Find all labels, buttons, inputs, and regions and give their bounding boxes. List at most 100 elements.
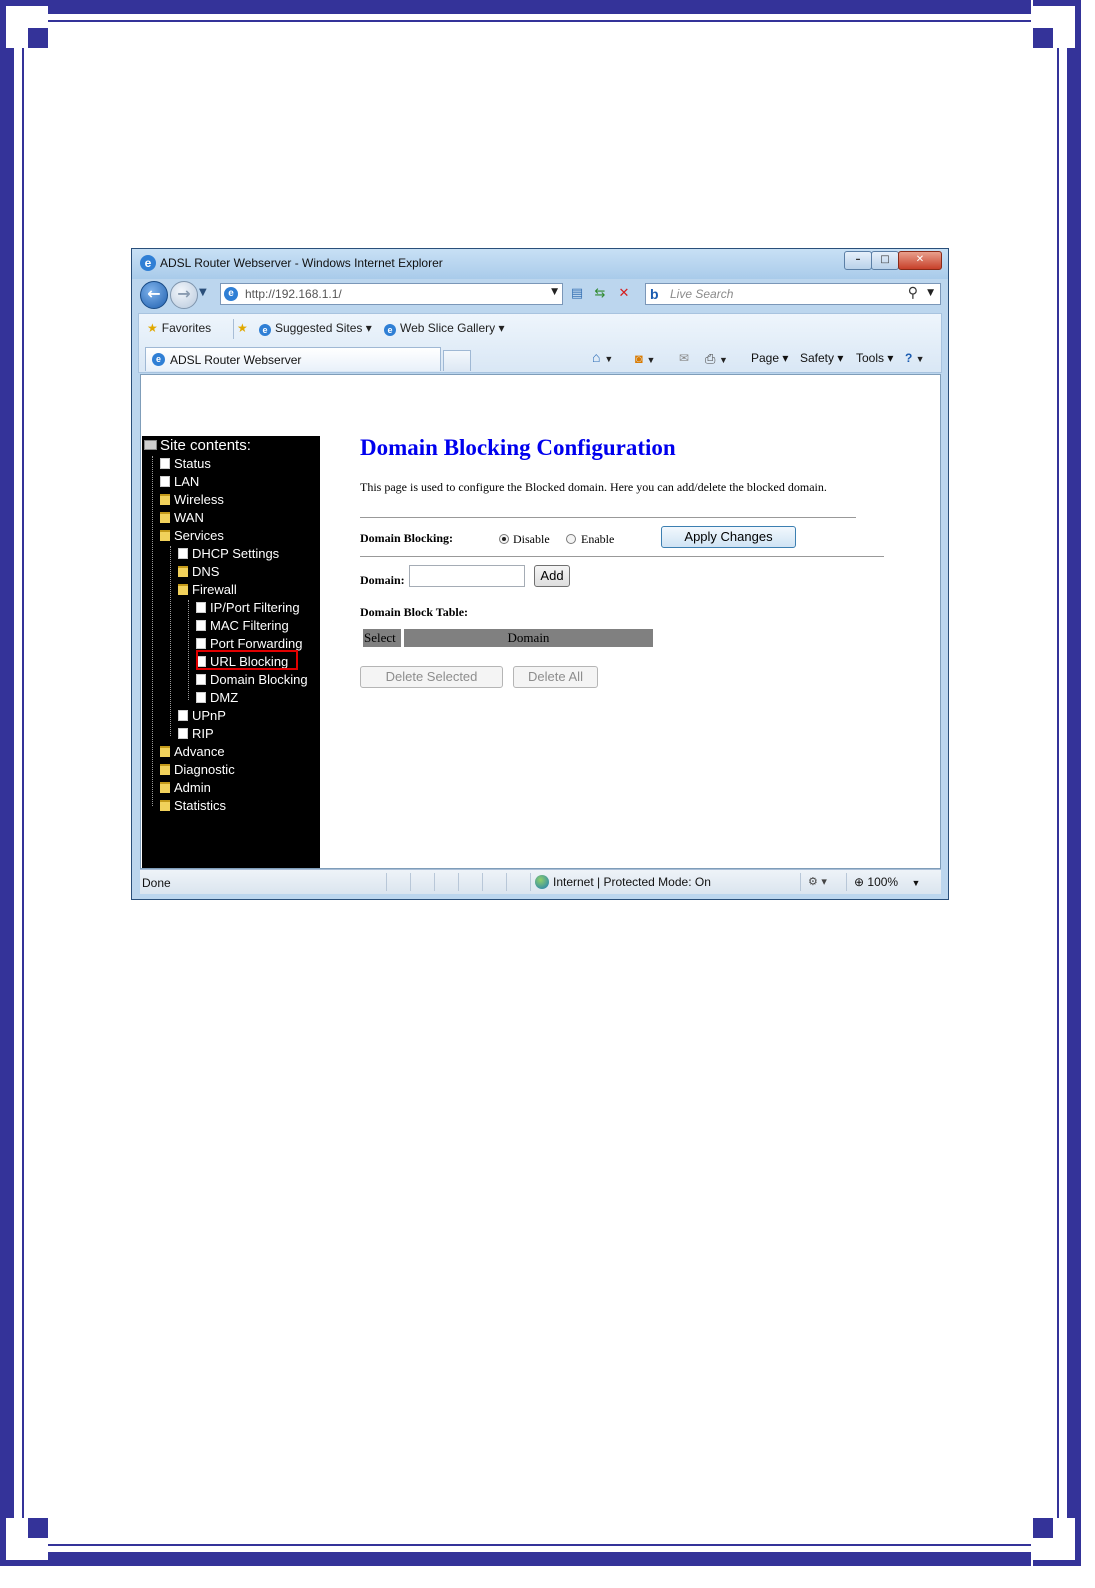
sidebar-item-dns[interactable]: DNS bbox=[178, 564, 219, 579]
help-icon[interactable]: ? ▼ bbox=[905, 351, 925, 365]
safety-menu[interactable]: Safety ▾ bbox=[800, 351, 843, 365]
sidebar-item-ip-port-filtering[interactable]: IP/Port Filtering bbox=[196, 600, 300, 615]
page-menu[interactable]: Page ▾ bbox=[751, 351, 788, 365]
favorites-button[interactable]: ★ Favorites bbox=[147, 321, 211, 335]
sidebar-item-advance[interactable]: Advance bbox=[160, 744, 225, 759]
sidebar-item-dmz[interactable]: DMZ bbox=[196, 690, 238, 705]
document-icon bbox=[160, 476, 170, 487]
live-search-logo-icon: b bbox=[650, 286, 659, 302]
protected-mode-icon[interactable]: ⚙ ▾ bbox=[808, 875, 827, 888]
apply-changes-button[interactable]: Apply Changes bbox=[661, 526, 796, 548]
minimize-button[interactable]: – bbox=[844, 251, 872, 270]
sidebar-item-status[interactable]: Status bbox=[160, 456, 211, 471]
document-icon bbox=[178, 548, 188, 559]
folder-icon bbox=[178, 566, 188, 577]
address-dropdown-icon[interactable]: ▼ bbox=[551, 287, 558, 297]
window-titlebar[interactable]: e ADSL Router Webserver - Windows Intern… bbox=[132, 249, 948, 279]
new-tab-button[interactable] bbox=[443, 350, 471, 371]
ie-page-icon: e bbox=[384, 324, 396, 336]
feeds-icon[interactable]: ◙ ▼ bbox=[635, 351, 655, 366]
search-box[interactable]: b Live Search ⚲ ▼ bbox=[645, 283, 941, 305]
folder-open-icon bbox=[160, 530, 170, 541]
divider bbox=[360, 556, 884, 557]
sidebar-item-upnp[interactable]: UPnP bbox=[178, 708, 226, 723]
zoom-icon: ⊕ bbox=[854, 875, 865, 889]
refresh-icon[interactable]: ⇆ bbox=[590, 285, 610, 303]
delete-all-button[interactable]: Delete All bbox=[513, 666, 598, 688]
sidebar-item-wan[interactable]: WAN bbox=[160, 510, 204, 525]
computer-icon bbox=[144, 440, 157, 450]
search-options-icon[interactable]: ▼ bbox=[927, 288, 934, 298]
zoom-level[interactable]: ⊕ 100% ▼ bbox=[854, 875, 920, 889]
mail-icon[interactable]: ✉ bbox=[679, 351, 689, 365]
add-favorites-icon[interactable]: ★ bbox=[237, 321, 252, 335]
main-content: Domain Blocking Configuration This page … bbox=[360, 435, 920, 865]
tools-menu[interactable]: Tools ▾ bbox=[856, 351, 893, 365]
forward-button[interactable]: → bbox=[170, 281, 198, 309]
add-button[interactable]: Add bbox=[534, 565, 570, 587]
address-url[interactable]: http://192.168.1.1/ bbox=[245, 287, 342, 301]
radio-enable-label[interactable]: Enable bbox=[581, 532, 614, 547]
domain-label: Domain: bbox=[360, 573, 405, 587]
search-placeholder[interactable]: Live Search bbox=[670, 287, 733, 301]
back-button[interactable]: ← bbox=[140, 281, 168, 309]
sidebar-item-domain-blocking[interactable]: Domain Blocking bbox=[196, 672, 308, 687]
radio-disable[interactable] bbox=[499, 534, 509, 544]
tree-root: Site contents: bbox=[144, 437, 251, 454]
compatibility-view-icon[interactable]: ▤ bbox=[567, 285, 587, 303]
search-icon[interactable]: ⚲ bbox=[908, 285, 918, 301]
sidebar-item-firewall[interactable]: Firewall bbox=[178, 582, 237, 597]
folder-open-icon bbox=[178, 584, 188, 595]
folder-icon bbox=[160, 764, 170, 775]
ie-logo-icon: e bbox=[140, 255, 156, 271]
sidebar-item-port-forwarding[interactable]: Port Forwarding bbox=[196, 636, 302, 651]
navigation-bar: ← → ▼ e http://192.168.1.1/ ▼ ▤ ⇆ ✕ b Li… bbox=[132, 279, 948, 311]
delete-selected-button[interactable]: Delete Selected bbox=[360, 666, 503, 688]
page-title: Domain Blocking Configuration bbox=[360, 435, 676, 460]
address-bar[interactable]: e http://192.168.1.1/ ▼ bbox=[220, 283, 563, 305]
domain-blocking-label: Domain Blocking: bbox=[360, 531, 454, 545]
radio-enable[interactable] bbox=[566, 534, 576, 544]
print-icon[interactable]: ⎙ ▼ bbox=[705, 351, 728, 367]
domain-block-table-title: Domain Block Table: bbox=[360, 605, 469, 619]
maximize-button[interactable]: □ bbox=[871, 251, 899, 270]
page-viewport: Site contents: Status LAN Wireless WAN S… bbox=[140, 374, 941, 869]
sidebar-item-lan[interactable]: LAN bbox=[160, 474, 199, 489]
star-icon: ★ bbox=[147, 321, 158, 335]
divider bbox=[360, 517, 856, 518]
sidebar-item-services[interactable]: Services bbox=[160, 528, 224, 543]
close-window-button[interactable]: ✕ bbox=[898, 251, 942, 270]
sidebar-item-admin[interactable]: Admin bbox=[160, 780, 211, 795]
browser-window: e ADSL Router Webserver - Windows Intern… bbox=[131, 248, 949, 900]
sidebar-item-statistics[interactable]: Statistics bbox=[160, 798, 226, 813]
radio-disable-label[interactable]: Disable bbox=[513, 532, 550, 547]
document-icon bbox=[196, 638, 206, 649]
sidebar-item-diagnostic[interactable]: Diagnostic bbox=[160, 762, 235, 777]
tab-adsl-router[interactable]: e ADSL Router Webserver bbox=[145, 347, 441, 371]
document-icon bbox=[196, 620, 206, 631]
document-icon bbox=[196, 674, 206, 685]
sidebar-item-mac-filtering[interactable]: MAC Filtering bbox=[196, 618, 289, 633]
status-text: Done bbox=[142, 876, 171, 890]
page-description: This page is used to configure the Block… bbox=[360, 480, 827, 494]
sidebar-item-wireless[interactable]: Wireless bbox=[160, 492, 224, 507]
stop-icon[interactable]: ✕ bbox=[614, 285, 634, 303]
home-icon[interactable]: ⌂ ▼ bbox=[592, 349, 613, 365]
table-header-select: Select bbox=[363, 629, 401, 647]
page-icon: e bbox=[224, 287, 238, 301]
suggested-sites-link[interactable]: e Suggested Sites ▾ bbox=[259, 321, 372, 336]
sidebar-item-dhcp-settings[interactable]: DHCP Settings bbox=[178, 546, 279, 561]
security-zone[interactable]: Internet | Protected Mode: On bbox=[535, 875, 711, 889]
folder-icon bbox=[160, 512, 170, 523]
document-icon bbox=[178, 710, 188, 721]
window-title: ADSL Router Webserver - Windows Internet… bbox=[160, 256, 443, 270]
history-dropdown-icon[interactable]: ▼ bbox=[199, 287, 207, 298]
sidebar-item-rip[interactable]: RIP bbox=[178, 726, 214, 741]
document-icon bbox=[160, 458, 170, 469]
document-icon bbox=[196, 602, 206, 613]
favorites-bar: ★ Favorites ★ e Suggested Sites ▾ e Web Sli… bbox=[138, 313, 942, 373]
folder-icon bbox=[160, 782, 170, 793]
status-bar: Done Internet | Protected Mode: On ⚙ ▾ ⊕… bbox=[140, 869, 941, 894]
web-slice-gallery-link[interactable]: e Web Slice Gallery ▾ bbox=[384, 321, 505, 336]
domain-input[interactable] bbox=[409, 565, 525, 587]
